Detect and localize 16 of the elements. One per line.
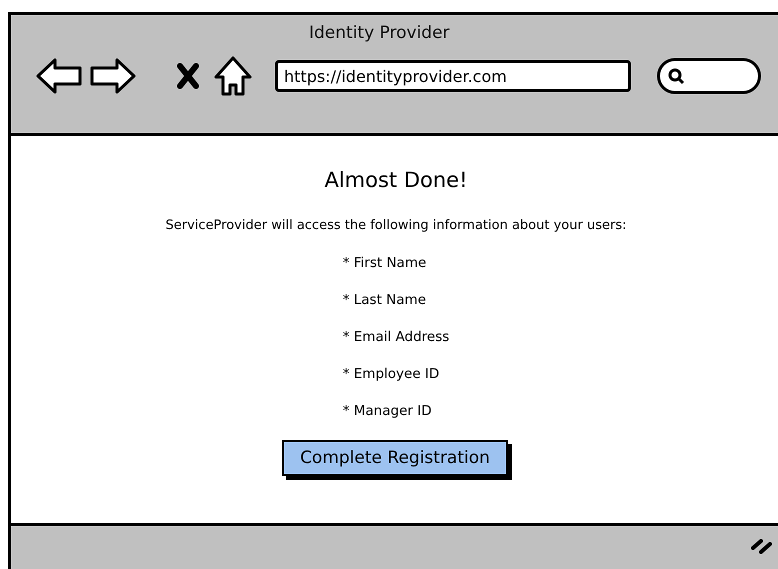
- list-item: * Manager ID: [342, 403, 432, 420]
- close-icon[interactable]: [177, 63, 199, 89]
- search-icon: [667, 67, 685, 85]
- search-field[interactable]: [657, 58, 761, 94]
- page-heading: Almost Done!: [324, 168, 468, 192]
- list-item: * Employee ID: [342, 366, 440, 383]
- resize-grip-icon[interactable]: [751, 536, 773, 554]
- list-item: * Email Address: [342, 329, 450, 346]
- forward-icon[interactable]: [89, 56, 137, 96]
- address-field[interactable]: https://identityprovider.com: [275, 60, 631, 92]
- window-title: Identity Provider: [309, 23, 450, 43]
- info-text: ServiceProvider will access the following information about your users:: [166, 218, 626, 233]
- home-icon[interactable]: [213, 55, 253, 97]
- list-item: * Last Name: [342, 292, 426, 309]
- list-item: * First Name: [342, 255, 426, 272]
- back-icon[interactable]: [35, 56, 83, 96]
